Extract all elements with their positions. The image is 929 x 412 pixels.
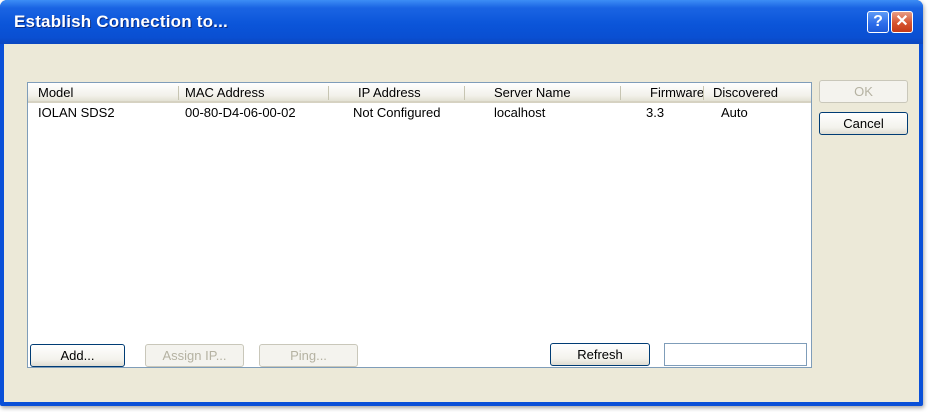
status-field[interactable] <box>664 343 807 366</box>
device-list[interactable]: Model MAC Address IP Address Server Name… <box>27 82 812 368</box>
ping-button[interactable]: Ping... <box>259 344 358 367</box>
list-header: Model MAC Address IP Address Server Name… <box>28 83 811 103</box>
help-icon[interactable]: ? <box>867 11 889 33</box>
cancel-button[interactable]: Cancel <box>819 112 908 135</box>
column-header-model[interactable]: Model <box>38 85 73 100</box>
column-separator[interactable] <box>703 86 704 100</box>
column-header-discovered[interactable]: Discovered <box>713 85 778 100</box>
title-bar[interactable]: Establish Connection to... ? ✕ <box>0 0 923 44</box>
cell-discovered: Auto <box>721 105 748 120</box>
column-header-firmware[interactable]: Firmware <box>650 85 704 100</box>
column-separator[interactable] <box>178 86 179 100</box>
column-header-mac-address[interactable]: MAC Address <box>185 85 264 100</box>
dialog-body: Model MAC Address IP Address Server Name… <box>4 44 919 402</box>
ok-button[interactable]: OK <box>819 80 908 103</box>
assign-ip-button[interactable]: Assign IP... <box>145 344 244 367</box>
table-row[interactable]: IOLAN SDS2 00-80-D4-06-00-02 Not Configu… <box>28 104 811 122</box>
cell-mac-address: 00-80-D4-06-00-02 <box>185 105 296 120</box>
dialog-window: Establish Connection to... ? ✕ Model MAC… <box>0 0 929 412</box>
close-icon[interactable]: ✕ <box>891 11 913 33</box>
column-separator[interactable] <box>328 86 329 100</box>
column-header-server-name[interactable]: Server Name <box>494 85 571 100</box>
column-header-ip-address[interactable]: IP Address <box>358 85 421 100</box>
cell-ip-address: Not Configured <box>353 105 441 120</box>
cell-firmware: 3.3 <box>646 105 665 120</box>
refresh-button[interactable]: Refresh <box>550 343 650 366</box>
cell-model: IOLAN SDS2 <box>38 105 115 120</box>
add-button[interactable]: Add... <box>30 344 125 367</box>
column-separator[interactable] <box>464 86 465 100</box>
cell-server-name: localhost <box>494 105 546 120</box>
column-separator[interactable] <box>620 86 621 100</box>
window-title: Establish Connection to... <box>14 12 228 31</box>
window-frame: Establish Connection to... ? ✕ Model MAC… <box>0 0 923 406</box>
